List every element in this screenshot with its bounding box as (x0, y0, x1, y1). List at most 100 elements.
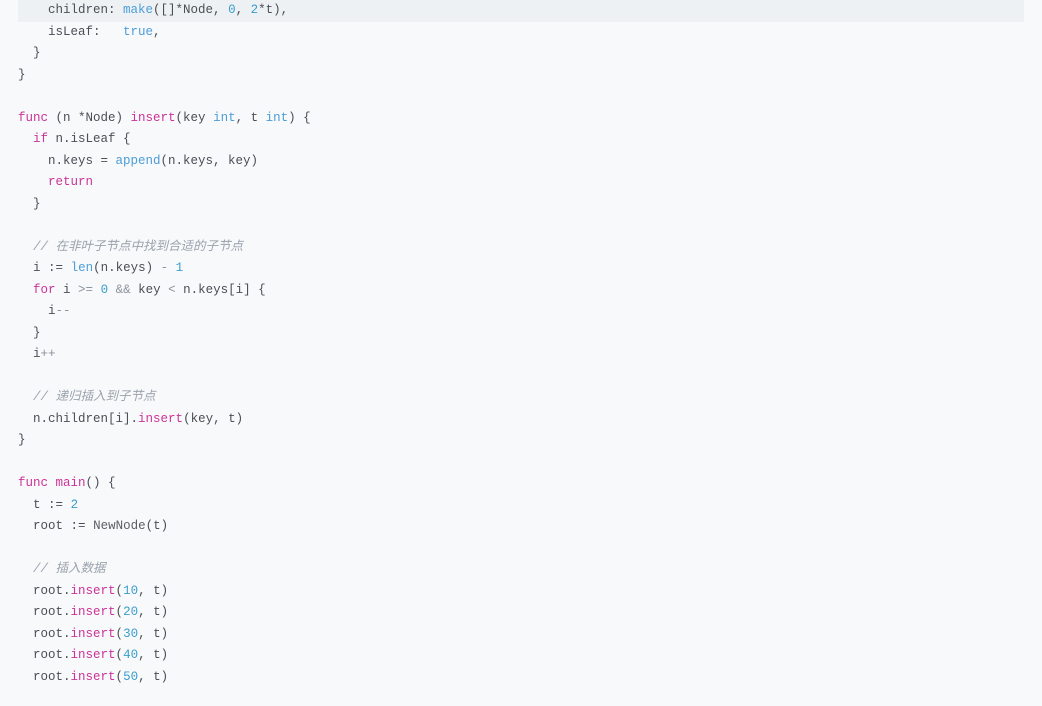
code-token: t (33, 498, 48, 512)
code-token (48, 476, 56, 490)
code-line: root.insert(50, t) (18, 667, 1024, 689)
code-token: main (56, 476, 86, 490)
code-token: i (33, 261, 48, 275)
code-token: i (33, 347, 41, 361)
code-line: } (18, 194, 1024, 216)
code-token: ) { (288, 111, 311, 125)
code-token (63, 498, 71, 512)
code-token: (n.keys, key) (161, 154, 259, 168)
code-line: i-- (18, 301, 1024, 323)
code-token: 20 (123, 605, 138, 619)
code-token: insert (71, 648, 116, 662)
code-line (18, 215, 1024, 237)
code-line: n.children[i].insert(key, t) (18, 409, 1024, 431)
code-token: ([]*Node, (153, 3, 228, 17)
code-line: } (18, 43, 1024, 65)
code-token: (n *Node) (48, 111, 131, 125)
code-token: , t (236, 111, 266, 125)
code-token: , (236, 3, 251, 17)
code-token: n.children[i]. (33, 412, 138, 426)
code-line: root := NewNode(t) (18, 516, 1024, 538)
code-token: >= (78, 283, 93, 297)
code-token: ( (116, 648, 124, 662)
code-line (18, 452, 1024, 474)
code-token: root. (33, 670, 71, 684)
code-token: (n.keys) (93, 261, 161, 275)
code-token: 0 (101, 283, 109, 297)
code-token: make (123, 3, 153, 17)
code-token: 10 (123, 584, 138, 598)
code-token: children: (48, 3, 123, 17)
code-line: if n.isLeaf { (18, 129, 1024, 151)
code-token: // 在非叶子节点中找到合适的子节点 (33, 240, 243, 254)
code-token: && (116, 283, 131, 297)
code-token: isLeaf: (48, 25, 123, 39)
code-token: *t), (258, 3, 288, 17)
code-token: := (48, 498, 63, 512)
code-line (18, 366, 1024, 388)
code-token: func (18, 476, 48, 490)
code-token: insert (71, 605, 116, 619)
code-token: -- (56, 304, 71, 318)
code-token: } (18, 433, 26, 447)
code-token (168, 261, 176, 275)
code-token: , t) (138, 605, 168, 619)
code-token: (t) (146, 519, 169, 533)
code-token: n.keys = (48, 154, 116, 168)
code-token: insert (71, 584, 116, 598)
code-token: } (33, 197, 41, 211)
code-token: , t) (138, 648, 168, 662)
code-token: insert (131, 111, 176, 125)
code-line: root.insert(30, t) (18, 624, 1024, 646)
code-line: // 插入数据 (18, 559, 1024, 581)
code-token: ( (116, 670, 124, 684)
code-token: 30 (123, 627, 138, 641)
code-token (108, 283, 116, 297)
code-token: insert (138, 412, 183, 426)
code-token: () { (86, 476, 116, 490)
code-token: 50 (123, 670, 138, 684)
code-line: // 在非叶子节点中找到合适的子节点 (18, 237, 1024, 259)
code-token: 40 (123, 648, 138, 662)
code-token: n.isLeaf { (48, 132, 131, 146)
code-token: , (153, 25, 161, 39)
code-token: key (131, 283, 169, 297)
code-token: true (123, 25, 153, 39)
code-token: < (168, 283, 176, 297)
code-token (63, 261, 71, 275)
code-token: root. (33, 584, 71, 598)
code-line: i++ (18, 344, 1024, 366)
code-token: int (213, 111, 236, 125)
code-token: func (18, 111, 48, 125)
code-token: insert (71, 627, 116, 641)
code-token: 2 (71, 498, 79, 512)
code-token: insert (71, 670, 116, 684)
code-token: 2 (251, 3, 259, 17)
code-token: root. (33, 605, 71, 619)
code-line (18, 86, 1024, 108)
code-token: } (33, 46, 41, 60)
code-token: , t) (138, 627, 168, 641)
code-token: , t) (138, 670, 168, 684)
code-line: } (18, 65, 1024, 87)
code-line: return (18, 172, 1024, 194)
code-token: } (18, 68, 26, 82)
code-token: (key, t) (183, 412, 243, 426)
code-line: root.insert(10, t) (18, 581, 1024, 603)
code-line: // 递归插入到子节点 (18, 387, 1024, 409)
code-token: := (48, 261, 63, 275)
code-token: ( (116, 605, 124, 619)
code-token: root. (33, 627, 71, 641)
code-token: i (48, 304, 56, 318)
code-token: int (266, 111, 289, 125)
code-token: - (161, 261, 169, 275)
code-line (18, 538, 1024, 560)
code-token: , t) (138, 584, 168, 598)
code-line: i := len(n.keys) - 1 (18, 258, 1024, 280)
code-token: if (33, 132, 48, 146)
code-line: n.keys = append(n.keys, key) (18, 151, 1024, 173)
code-line: children: make([]*Node, 0, 2*t), (18, 0, 1024, 22)
code-block: children: make([]*Node, 0, 2*t), isLeaf:… (18, 0, 1024, 688)
code-token: return (48, 175, 93, 189)
code-token: i (56, 283, 79, 297)
